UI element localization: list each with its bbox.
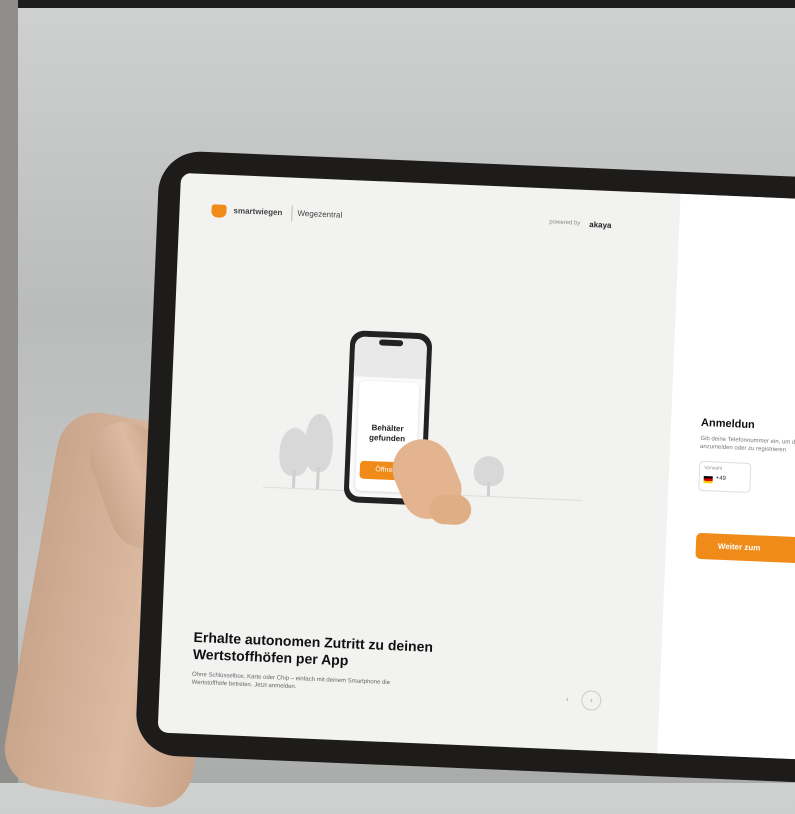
hero-subtext: Ohne Schlüsselbox, Karte oder Chip – ein… bbox=[191, 671, 391, 691]
tree-trunk bbox=[291, 469, 296, 488]
brand-logo-icon bbox=[211, 204, 227, 218]
login-panel: Anmeldun Gib deine Telefonnummer ein, um… bbox=[657, 193, 795, 761]
pager-next-button[interactable]: › bbox=[580, 690, 602, 711]
brand-name: smartwiegen bbox=[233, 206, 283, 218]
powered-by-label: powered by bbox=[549, 219, 581, 227]
login-submit-button[interactable]: Weiter zum bbox=[695, 532, 795, 565]
hand-illustration-wrist bbox=[428, 493, 472, 526]
tablet-screen: smartwiegen Wegezentral powered by akaya… bbox=[157, 172, 795, 761]
partner-logo[interactable]: akaya bbox=[589, 220, 612, 230]
germany-flag-icon bbox=[703, 476, 713, 484]
hero-headline: Erhalte autonomen Zutritt zu deinen Wert… bbox=[192, 628, 434, 669]
header-divider bbox=[291, 205, 293, 222]
tree-icon bbox=[303, 413, 335, 473]
country-prefix: +49 bbox=[715, 475, 727, 482]
dark-top-edge bbox=[0, 0, 795, 8]
login-title: Anmeldun bbox=[700, 416, 756, 432]
tree-trunk bbox=[486, 482, 491, 497]
tree-trunk bbox=[315, 466, 320, 489]
brand-suffix: Wegezentral bbox=[297, 208, 343, 220]
country-code-label: Vorwahl bbox=[704, 465, 723, 472]
phone-notch bbox=[379, 339, 404, 347]
login-description: Gib deine Telefonnummer ein, um dich anz… bbox=[699, 435, 795, 454]
tablet-device: smartwiegen Wegezentral powered by akaya… bbox=[134, 150, 795, 784]
country-code-select[interactable]: Vorwahl +49 bbox=[698, 460, 752, 494]
pager-prev-button[interactable]: ‹ bbox=[557, 689, 578, 710]
background-strip bbox=[0, 0, 18, 783]
